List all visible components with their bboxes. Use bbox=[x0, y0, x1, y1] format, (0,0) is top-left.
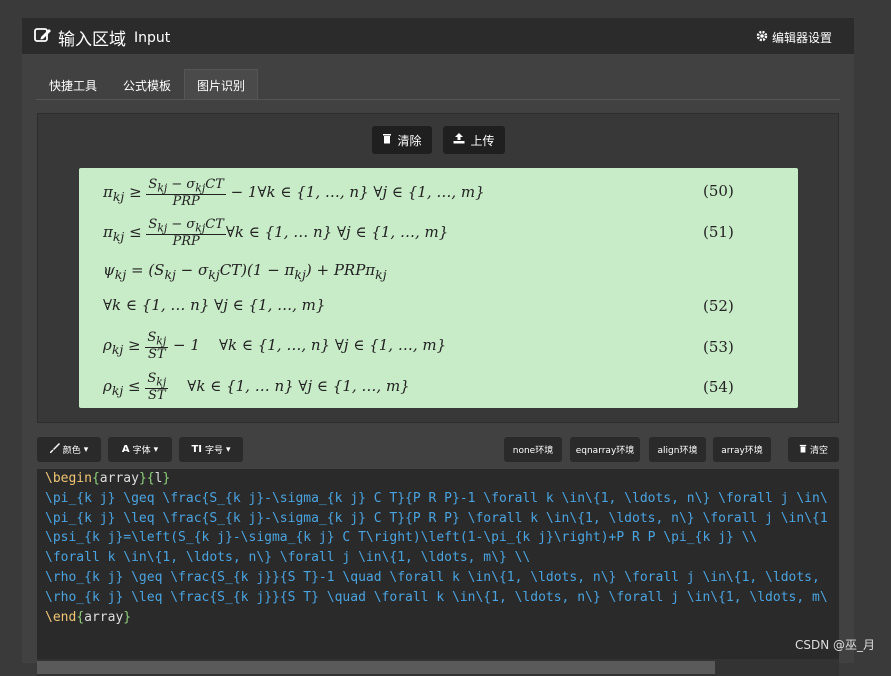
code-line: \rho_{k j} \geq \frac{S_{k j}}{S T}-1 \q… bbox=[45, 568, 820, 588]
watermark: CSDN @巫_月 bbox=[795, 636, 875, 653]
code-line: \begin{array}{l} bbox=[45, 469, 170, 489]
equation-number: (54) bbox=[703, 378, 734, 396]
editor-toolbar: 颜色 ▾ A 字体 ▾ TI 字号 ▾ none环境 eqnarray环境 al… bbox=[37, 437, 839, 463]
panel-header: 输入区域 Input 编辑器设置 bbox=[22, 18, 854, 54]
equation-number: (51) bbox=[703, 223, 734, 241]
clear-editor-label: 清空 bbox=[810, 443, 828, 456]
tab-image-recognition[interactable]: 图片识别 bbox=[184, 69, 258, 100]
caret-down-icon: ▾ bbox=[154, 445, 159, 455]
code-line: \rho_{k j} \leq \frac{S_{k j}}{S T} \qua… bbox=[45, 588, 828, 608]
code-line: \pi_{k j} \geq \frac{S_{k j}-\sigma_{k j… bbox=[45, 489, 828, 509]
recognized-formula-image: πkj ≥ Skj − σkjCTPRP − 1∀k ∈ {1, …, n} ∀… bbox=[79, 168, 798, 408]
horizontal-scrollbar[interactable] bbox=[37, 659, 839, 676]
clear-image-label: 清除 bbox=[397, 132, 421, 149]
edit-icon bbox=[34, 27, 52, 48]
upload-label: 上传 bbox=[470, 132, 494, 149]
settings-label: 编辑器设置 bbox=[772, 29, 832, 46]
color-dropdown[interactable]: 颜色 ▾ bbox=[37, 437, 101, 462]
text-size-icon: TI bbox=[191, 444, 202, 455]
tab-bar: 快捷工具 公式模板 图片识别 bbox=[36, 69, 258, 100]
clear-image-button[interactable]: 清除 bbox=[372, 126, 432, 154]
gear-icon bbox=[756, 30, 768, 45]
code-line: \end{array} bbox=[45, 608, 131, 628]
caret-down-icon: ▾ bbox=[84, 445, 89, 455]
formula-line-52: ∀k ∈ {1, … n} ∀j ∈ {1, …, m} bbox=[103, 296, 325, 314]
formula-line-51: πkj ≤ Skj − σkjCTPRP∀k ∈ {1, … n} ∀j ∈ {… bbox=[103, 218, 448, 248]
latex-code-editor[interactable]: \begin{array}{l} \pi_{k j} \geq \frac{S_… bbox=[37, 469, 839, 659]
trash-icon bbox=[799, 444, 807, 456]
editor-settings-button[interactable]: 编辑器设置 bbox=[756, 29, 832, 46]
eqnarray-env-button[interactable]: eqnarray环境 bbox=[570, 437, 640, 462]
title-en: Input bbox=[134, 30, 170, 46]
tabs-divider bbox=[36, 99, 840, 100]
tab-formula-templates[interactable]: 公式模板 bbox=[110, 69, 184, 100]
upload-icon bbox=[453, 133, 465, 147]
code-line: \pi_{k j} \leq \frac{S_{k j}-\sigma_{k j… bbox=[45, 509, 828, 529]
size-label: 字号 bbox=[205, 443, 223, 456]
title-text: 输入区域 bbox=[58, 25, 126, 50]
equation-number: (50) bbox=[703, 182, 734, 200]
input-panel: 输入区域 Input 编辑器设置 快捷工具 公式模板 图片识别 清除 上传 bbox=[22, 18, 854, 663]
align-env-button[interactable]: align环境 bbox=[649, 437, 706, 462]
formula-line-53: ρkj ≥ SkjST − 1 ∀k ∈ {1, …, n} ∀j ∈ {1, … bbox=[103, 331, 446, 361]
formula-line-54: ρkj ≤ SkjST ∀k ∈ {1, … n} ∀j ∈ {1, …, m} bbox=[103, 372, 410, 402]
image-recognition-area: 清除 上传 πkj ≥ Skj − σkjCTPRP − 1∀k ∈ {1, …… bbox=[37, 113, 839, 423]
equation-number: (52) bbox=[703, 297, 734, 315]
size-dropdown[interactable]: TI 字号 ▾ bbox=[179, 437, 243, 462]
font-dropdown[interactable]: A 字体 ▾ bbox=[108, 437, 172, 462]
font-icon: A bbox=[122, 444, 130, 455]
trash-icon bbox=[382, 133, 392, 147]
array-env-button[interactable]: array环境 bbox=[713, 437, 771, 462]
caret-down-icon: ▾ bbox=[226, 445, 231, 455]
none-env-button[interactable]: none环境 bbox=[504, 437, 562, 462]
clear-editor-button[interactable]: 清空 bbox=[788, 437, 839, 462]
tab-quick-tools[interactable]: 快捷工具 bbox=[36, 69, 110, 100]
color-label: 颜色 bbox=[63, 443, 81, 456]
code-line: \forall k \in\{1, \ldots, n\} \forall j … bbox=[45, 548, 530, 568]
formula-line-50: πkj ≥ Skj − σkjCTPRP − 1∀k ∈ {1, …, n} ∀… bbox=[103, 178, 485, 208]
font-label: 字体 bbox=[133, 443, 151, 456]
upload-button[interactable]: 上传 bbox=[443, 126, 505, 154]
code-line: \psi_{k j}=\left(S_{k j}-\sigma_{k j} C … bbox=[45, 528, 757, 548]
formula-line-psi: ψkj = (Skj − σkjCT)(1 − πkj) + PRPπkj bbox=[103, 261, 387, 282]
panel-title: 输入区域 Input bbox=[34, 25, 170, 50]
equation-number: (53) bbox=[703, 338, 734, 356]
brush-icon bbox=[50, 443, 60, 456]
